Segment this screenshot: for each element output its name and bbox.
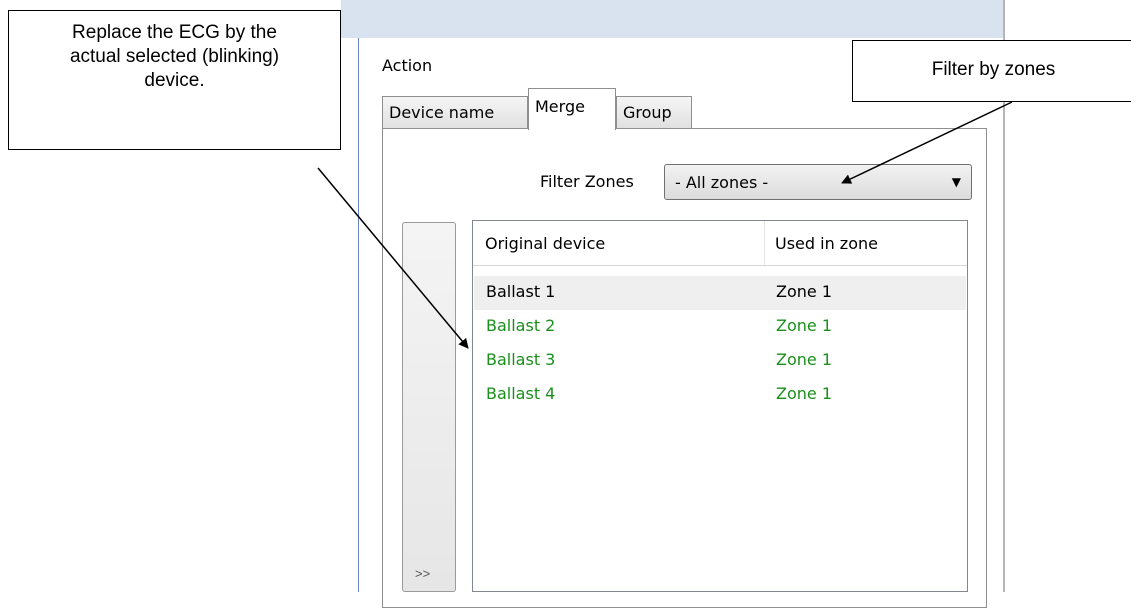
callout-left-line-1: Replace the ECG by the xyxy=(72,22,277,43)
filter-zones-label: Filter Zones xyxy=(540,172,634,191)
list-row[interactable]: Ballast 1 Zone 1 xyxy=(474,276,966,310)
zone-cell: Zone 1 xyxy=(776,316,832,335)
column-header-used-in-zone[interactable]: Used in zone xyxy=(775,234,878,253)
column-header-original-device[interactable]: Original device xyxy=(485,234,605,253)
device-cell: Ballast 1 xyxy=(486,282,556,301)
tab-group[interactable]: Group xyxy=(616,96,692,128)
zone-cell: Zone 1 xyxy=(776,384,832,403)
filter-zones-value: - All zones - xyxy=(675,172,769,192)
callout-left-line-2: actual selected (blinking) xyxy=(69,46,280,67)
annotation-callout-left: Replace the ECG by the actual selected (… xyxy=(8,10,341,150)
device-cell: Ballast 4 xyxy=(486,384,556,403)
zone-cell: Zone 1 xyxy=(776,282,832,301)
list-row[interactable]: Ballast 2 Zone 1 xyxy=(474,310,966,344)
zone-cell: Zone 1 xyxy=(776,350,832,369)
filter-zones-dropdown[interactable]: - All zones - ▼ xyxy=(664,164,972,200)
device-cell: Ballast 3 xyxy=(486,350,556,369)
device-cell: Ballast 2 xyxy=(486,316,556,335)
column-separator[interactable] xyxy=(764,221,765,265)
annotation-callout-right: Filter by zones xyxy=(852,40,1131,102)
move-button-label: >> xyxy=(415,566,431,581)
list-row[interactable]: Ballast 3 Zone 1 xyxy=(474,344,966,378)
tab-merge[interactable]: Merge xyxy=(528,88,616,130)
callout-right-text: Filter by zones xyxy=(931,59,1056,80)
action-group-label: Action xyxy=(382,56,433,75)
list-header: Original device Used in zone xyxy=(473,221,967,266)
chevron-down-icon: ▼ xyxy=(951,175,961,189)
window-left-border xyxy=(358,38,359,592)
callout-left-line-3: device. xyxy=(144,70,205,91)
move-devices-button[interactable]: >> xyxy=(402,222,456,592)
window-frame-top xyxy=(341,0,1005,38)
original-device-list[interactable]: Original device Used in zone Ballast 1 Z… xyxy=(472,220,968,592)
list-row[interactable]: Ballast 4 Zone 1 xyxy=(474,378,966,412)
tab-device-name[interactable]: Device name xyxy=(382,96,528,128)
